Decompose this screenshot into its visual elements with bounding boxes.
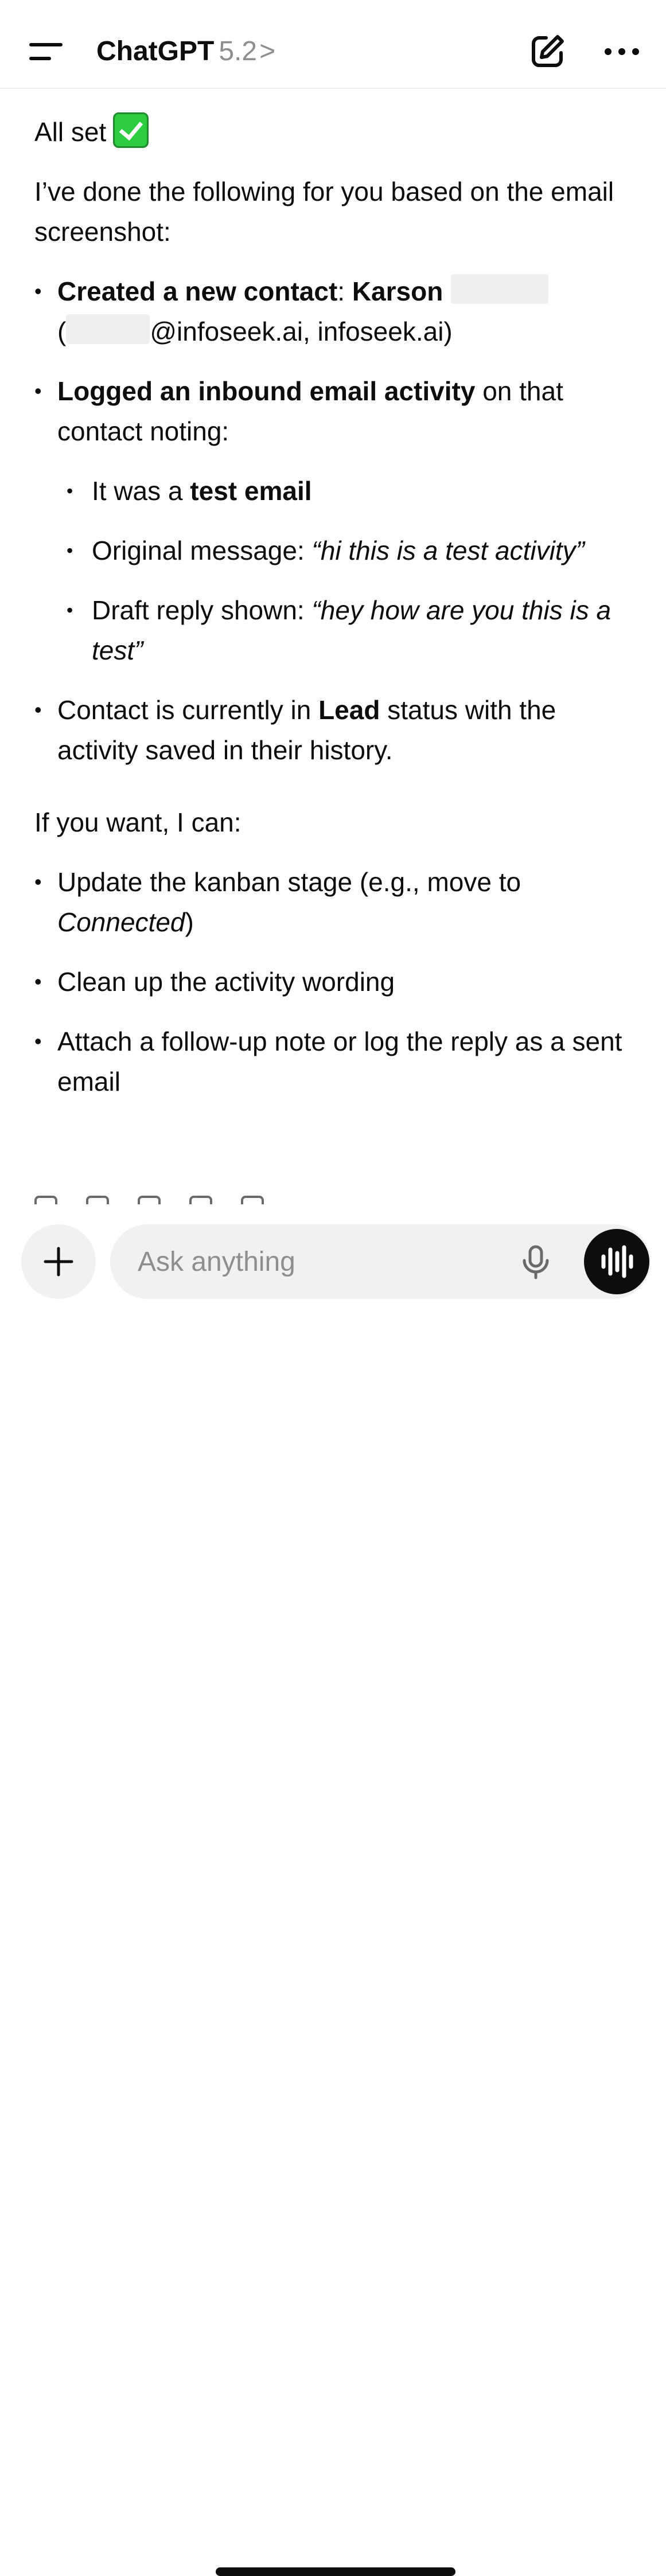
model-version: 5.2 [219, 36, 258, 67]
thumbs-up-icon[interactable] [86, 1196, 109, 1204]
new-chat-button[interactable] [529, 32, 567, 70]
list-item: Created a new contact: Karson(@infoseek.… [34, 271, 643, 352]
model-selector[interactable]: ChatGPT 5.2> [96, 34, 275, 69]
list-item: Logged an inbound email activity on that… [34, 371, 643, 670]
share-icon[interactable] [241, 1196, 264, 1204]
conversation-area[interactable]: All set I’ve done the following for you … [0, 89, 666, 1204]
message-offer: If you want, I can: [34, 807, 242, 837]
top-bar: ChatGPT 5.2> [0, 0, 666, 89]
summary-list: Created a new contact: Karson(@infoseek.… [34, 271, 643, 770]
list-item: Draft reply shown: “hey how are you this… [57, 590, 643, 670]
chevron-right-icon: > [259, 36, 276, 67]
list-item: Attach a follow-up note or log the reply… [34, 1021, 643, 1102]
dictate-button[interactable] [517, 1243, 554, 1280]
thumbs-down-icon[interactable] [138, 1196, 161, 1204]
prompt-input[interactable] [138, 1224, 482, 1299]
sub-list: It was a test email Original message: “h… [57, 471, 643, 670]
message-action-bar [34, 1196, 321, 1204]
list-item: It was a test email [57, 471, 643, 511]
redacted-email-user [66, 314, 150, 344]
copy-icon[interactable] [34, 1196, 57, 1204]
app-title: ChatGPT [96, 36, 215, 67]
regenerate-icon[interactable] [189, 1196, 212, 1204]
check-mark-emoji [113, 112, 149, 148]
more-options-button[interactable] [602, 40, 644, 63]
list-item: Original message: “hi this is a test act… [57, 530, 643, 571]
ellipsis-icon [605, 48, 639, 55]
list-item: Contact is currently in Lead status with… [34, 690, 643, 770]
message-intro: I’ve done the following for you based on… [34, 177, 614, 247]
prompt-box[interactable] [110, 1224, 651, 1299]
plus-icon [44, 1247, 73, 1277]
message-heading: All set [34, 112, 643, 152]
redacted-surname [451, 274, 549, 304]
compose-icon [532, 35, 564, 67]
list-item: Clean up the activity wording [34, 962, 643, 1002]
voice-mode-button[interactable] [584, 1229, 649, 1294]
attach-button[interactable] [21, 1224, 96, 1299]
voice-waveform-icon [601, 1245, 633, 1278]
list-item: Update the kanban stage (e.g., move to C… [34, 862, 643, 942]
menu-button[interactable] [26, 34, 67, 69]
home-indicator [216, 2567, 455, 2576]
assistant-message: All set I’ve done the following for you … [34, 112, 643, 1121]
microphone-icon [523, 1245, 549, 1279]
options-list: Update the kanban stage (e.g., move to C… [34, 862, 643, 1102]
composer [0, 1204, 666, 2576]
menu-icon [29, 43, 63, 60]
